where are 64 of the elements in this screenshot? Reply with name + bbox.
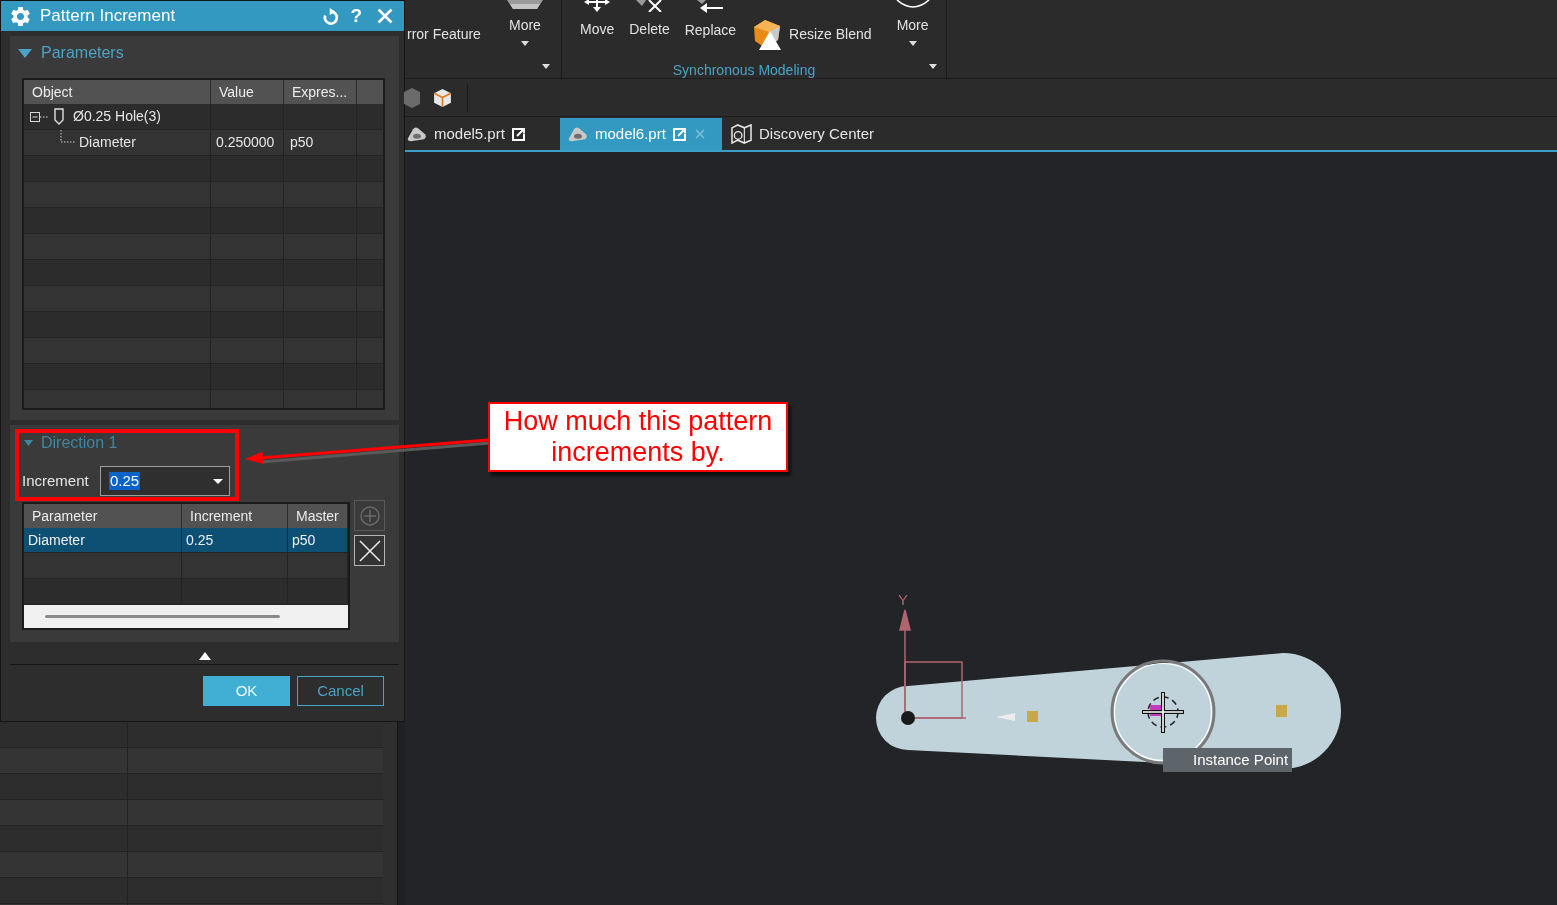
dialog-button[interactable]: Cancel bbox=[297, 676, 384, 706]
column-header[interactable]: Increment bbox=[182, 504, 288, 528]
caret-icon[interactable] bbox=[908, 41, 917, 46]
field-value: 0.25 bbox=[109, 472, 141, 490]
expand-triangle-icon[interactable] bbox=[24, 440, 33, 446]
left-arrow-icon bbox=[697, 0, 724, 13]
expand-triangle-icon[interactable] bbox=[18, 48, 32, 58]
settings-icon[interactable] bbox=[11, 6, 30, 26]
part-icon bbox=[407, 126, 427, 142]
tree-item[interactable]: Diameter bbox=[79, 132, 136, 153]
tab[interactable]: model5.prt bbox=[405, 118, 557, 150]
group-label: Synchronous Modeling bbox=[672, 62, 816, 78]
arrow-tip-icon bbox=[996, 713, 1015, 721]
tree-item[interactable]: Ø0.25 Hole(3) bbox=[73, 106, 161, 127]
move-arrows-icon bbox=[584, 0, 611, 12]
column-header[interactable]: Parameter bbox=[24, 504, 182, 528]
section-header[interactable]: Parameters bbox=[10, 36, 124, 70]
caret-icon[interactable] bbox=[929, 64, 937, 69]
tree-connector bbox=[60, 130, 75, 143]
blend-block-icon bbox=[751, 18, 784, 50]
ribbon-button[interactable]: More bbox=[506, 0, 543, 57]
column-header bbox=[357, 80, 383, 104]
table-row[interactable]: Diameter 0.25 p50 bbox=[24, 528, 348, 553]
field-label: Increment bbox=[22, 470, 90, 491]
x-mark-icon bbox=[358, 539, 381, 562]
x-mark-icon bbox=[636, 0, 663, 12]
collapse-toggle-icon[interactable] bbox=[30, 111, 48, 122]
part-icon bbox=[568, 126, 588, 142]
folded-map-icon bbox=[731, 124, 752, 144]
column-header[interactable]: Object bbox=[24, 80, 211, 104]
horizontal-scrollbar[interactable] bbox=[24, 605, 348, 628]
ribbon-button[interactable]: Move bbox=[580, 0, 615, 57]
crosshair-icon bbox=[1140, 690, 1186, 735]
ribbon-button[interactable]: More bbox=[894, 0, 931, 57]
point-marker-icon[interactable] bbox=[1276, 705, 1287, 717]
arc-icon bbox=[894, 0, 931, 9]
column-header[interactable]: Value bbox=[211, 80, 284, 104]
part-model[interactable] bbox=[876, 653, 1341, 769]
reset-icon[interactable] bbox=[323, 7, 339, 25]
tooltip: Instance Point bbox=[1163, 748, 1293, 772]
ribbon-button[interactable]: Resize Blend bbox=[751, 0, 872, 50]
delete-button[interactable] bbox=[354, 535, 385, 566]
callout-note: How much this pattern increments by. bbox=[488, 402, 788, 472]
dropdown-caret-icon[interactable] bbox=[213, 478, 223, 484]
box-arrow-icon[interactable] bbox=[511, 127, 525, 141]
box-icon[interactable] bbox=[433, 87, 452, 108]
caret-icon[interactable] bbox=[542, 64, 550, 69]
scrollbar-thumb[interactable] bbox=[45, 615, 280, 618]
tab[interactable]: Discovery Center bbox=[725, 118, 885, 150]
column-header[interactable]: Master bbox=[288, 504, 348, 528]
caret-icon[interactable] bbox=[520, 41, 529, 46]
point-marker-icon[interactable] bbox=[1027, 711, 1038, 722]
origin-icon bbox=[901, 711, 915, 725]
hole-icon bbox=[54, 108, 64, 125]
window-title: Pattern Increment bbox=[40, 6, 176, 26]
column-header[interactable]: Expres... bbox=[284, 80, 357, 104]
ribbon-button[interactable]: Delete bbox=[629, 0, 670, 57]
collapse-icon[interactable] bbox=[198, 652, 211, 660]
increment-dropdown[interactable]: 0.25 bbox=[100, 466, 230, 496]
plus-circle-icon bbox=[359, 505, 380, 526]
axis-label: Y bbox=[898, 592, 908, 608]
block-icon bbox=[506, 0, 543, 9]
ribbon-button[interactable]: rror Feature bbox=[407, 0, 481, 57]
ribbon-button[interactable]: Replace bbox=[684, 0, 737, 57]
